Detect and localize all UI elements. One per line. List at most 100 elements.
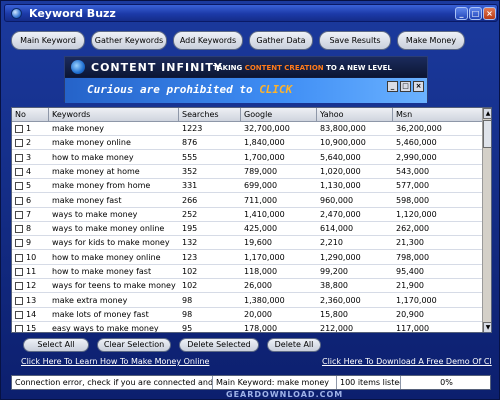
title-bar: Keyword Buzz _ □ × bbox=[4, 4, 498, 22]
row-checkbox[interactable] bbox=[15, 282, 23, 291]
make-money-button[interactable]: Make Money bbox=[397, 31, 465, 50]
scroll-down-icon[interactable]: ▼ bbox=[483, 322, 491, 332]
row-checkbox[interactable] bbox=[15, 210, 23, 219]
keyword-cell: make money bbox=[52, 124, 104, 133]
status-main-keyword: Main Keyword: make money bbox=[213, 376, 337, 389]
maximize-button[interactable]: □ bbox=[469, 7, 482, 20]
row-checkbox[interactable] bbox=[15, 182, 23, 191]
scroll-thumb[interactable] bbox=[483, 120, 491, 148]
row-checkbox[interactable] bbox=[15, 310, 23, 319]
row-checkbox[interactable] bbox=[15, 325, 23, 332]
keyword-cell: easy ways to make money bbox=[52, 324, 159, 333]
yahoo-cell: 15,800 bbox=[320, 309, 348, 319]
row-number: 1 bbox=[26, 124, 32, 133]
table-row[interactable]: 4 make money at home 352 789,000 1,020,000 54… bbox=[12, 165, 482, 179]
row-checkbox[interactable] bbox=[15, 125, 23, 133]
main-keyword-button[interactable]: Main Keyword bbox=[11, 31, 85, 50]
table-row[interactable]: 9 ways for kids to make money 132 19,600 2,2… bbox=[12, 236, 482, 251]
msn-cell: 2,990,000 bbox=[396, 152, 437, 162]
minimize-button[interactable]: _ bbox=[455, 7, 468, 20]
table-row[interactable]: 1 make money 1223 32,700,000 83,800,000 36,20… bbox=[12, 122, 482, 136]
row-checkbox[interactable] bbox=[15, 196, 23, 205]
main-toolbar: Main Keyword Gather Keywords Add Keyword… bbox=[11, 31, 491, 51]
google-cell: 1,410,000 bbox=[244, 209, 285, 219]
msn-cell: 577,000 bbox=[396, 181, 430, 191]
banner-close-icon[interactable]: × bbox=[413, 81, 424, 92]
column-header-msn[interactable]: Msn bbox=[393, 108, 482, 122]
table-row[interactable]: 12 ways for teens to make money 102 26,000 3… bbox=[12, 279, 482, 294]
table-row[interactable]: 6 make money fast 266 711,000 960,000 598,000 bbox=[12, 194, 482, 208]
msn-cell: 598,000 bbox=[396, 195, 430, 205]
delete-all-button[interactable]: Delete All bbox=[267, 338, 321, 352]
clear-selection-button[interactable]: Clear Selection bbox=[97, 338, 171, 352]
table-row[interactable]: 11 how to make money fast 102 118,000 99,200… bbox=[12, 265, 482, 279]
watermark: GEARDOWNLOAD.COM bbox=[226, 390, 344, 399]
google-cell: 1,380,000 bbox=[244, 295, 285, 305]
google-cell: 1,170,000 bbox=[244, 252, 285, 262]
google-cell: 1,840,000 bbox=[244, 138, 285, 148]
row-checkbox[interactable] bbox=[15, 268, 23, 276]
column-header-no[interactable]: No bbox=[12, 108, 49, 122]
row-checkbox[interactable] bbox=[15, 167, 23, 176]
add-keywords-button[interactable]: Add Keywords bbox=[173, 31, 243, 50]
google-cell: 178,000 bbox=[244, 324, 278, 333]
table-row[interactable]: 3 how to make money 555 1,700,000 5,640,000 2… bbox=[12, 151, 482, 165]
banner-header: CONTENT INFINITY TAKING CONTENT CREATION… bbox=[65, 57, 427, 77]
delete-selected-button[interactable]: Delete Selected bbox=[179, 338, 259, 352]
searches-cell: 252 bbox=[182, 209, 198, 219]
scroll-up-icon[interactable]: ▲ bbox=[483, 108, 491, 119]
save-results-button[interactable]: Save Results bbox=[319, 31, 391, 50]
row-checkbox[interactable] bbox=[15, 225, 23, 234]
keyword-cell: make money at home bbox=[52, 166, 140, 176]
searches-cell: 123 bbox=[182, 252, 198, 262]
banner-globe-icon bbox=[71, 60, 85, 74]
table-row[interactable]: 8 ways to make money online 195 425,000 614,… bbox=[12, 222, 482, 237]
banner-maximize-icon[interactable]: □ bbox=[400, 81, 411, 92]
row-checkbox[interactable] bbox=[15, 239, 23, 248]
searches-cell: 352 bbox=[182, 166, 198, 176]
row-number: 14 bbox=[26, 309, 37, 319]
msn-cell: 543,000 bbox=[396, 166, 430, 176]
gather-keywords-button[interactable]: Gather Keywords bbox=[91, 31, 167, 50]
column-header-google[interactable]: Google bbox=[241, 108, 317, 122]
searches-cell: 98 bbox=[182, 295, 193, 305]
row-checkbox[interactable] bbox=[15, 139, 23, 148]
download-demo-link[interactable]: Click Here To Download A Free Demo Of Cl bbox=[322, 357, 492, 366]
column-header-searches[interactable]: Searches bbox=[179, 108, 241, 122]
close-button[interactable]: × bbox=[483, 7, 496, 20]
row-checkbox[interactable] bbox=[15, 153, 23, 162]
row-number: 4 bbox=[26, 166, 32, 176]
row-checkbox[interactable] bbox=[15, 296, 23, 305]
vertical-scrollbar[interactable]: ▲ ▼ bbox=[482, 108, 491, 332]
keyword-cell: ways to make money online bbox=[52, 224, 165, 234]
table-row[interactable]: 7 ways to make money 252 1,410,000 2,470,000… bbox=[12, 208, 482, 222]
table-row[interactable]: 15 easy ways to make money 95 178,000 212,00… bbox=[12, 322, 482, 333]
searches-cell: 266 bbox=[182, 195, 198, 205]
table-row[interactable]: 14 make lots of money fast 98 20,000 15,800 2… bbox=[12, 308, 482, 322]
banner-body: Curious are prohibited to CLICK _ □ × bbox=[65, 78, 427, 103]
learn-make-money-link[interactable]: Click Here To Learn How To Make Money On… bbox=[21, 357, 209, 366]
searches-cell: 1223 bbox=[182, 124, 203, 133]
table-row[interactable]: 10 how to make money online 123 1,170,000 1,… bbox=[12, 251, 482, 265]
row-checkbox[interactable] bbox=[15, 253, 23, 262]
row-number: 10 bbox=[26, 252, 37, 262]
gather-data-button[interactable]: Gather Data bbox=[249, 31, 313, 50]
banner-tagline: TAKING CONTENT CREATION TO A NEW LEVEL bbox=[213, 64, 392, 72]
status-bar: Connection error, check if you are conne… bbox=[11, 375, 491, 390]
column-header-yahoo[interactable]: Yahoo bbox=[317, 108, 393, 122]
select-all-button[interactable]: Select All bbox=[23, 338, 89, 352]
keyword-cell: make lots of money fast bbox=[52, 309, 149, 319]
yahoo-cell: 99,200 bbox=[320, 267, 348, 276]
table-row[interactable]: 5 make money from home 331 699,000 1,130,000… bbox=[12, 179, 482, 194]
table-row[interactable]: 2 make money online 876 1,840,000 10,900,000… bbox=[12, 136, 482, 151]
banner-minimize-icon[interactable]: _ bbox=[387, 81, 398, 92]
msn-cell: 21,900 bbox=[396, 281, 424, 291]
table-row[interactable]: 13 make extra money 98 1,380,000 2,360,000 1,… bbox=[12, 294, 482, 308]
google-cell: 26,000 bbox=[244, 281, 272, 291]
content-infinity-banner[interactable]: CONTENT INFINITY TAKING CONTENT CREATION… bbox=[64, 56, 428, 103]
msn-cell: 262,000 bbox=[396, 224, 430, 234]
searches-cell: 555 bbox=[182, 152, 198, 162]
yahoo-cell: 960,000 bbox=[320, 195, 354, 205]
table-header: No Keywords Searches Google Yahoo Msn bbox=[12, 108, 482, 122]
column-header-keywords[interactable]: Keywords bbox=[49, 108, 179, 122]
